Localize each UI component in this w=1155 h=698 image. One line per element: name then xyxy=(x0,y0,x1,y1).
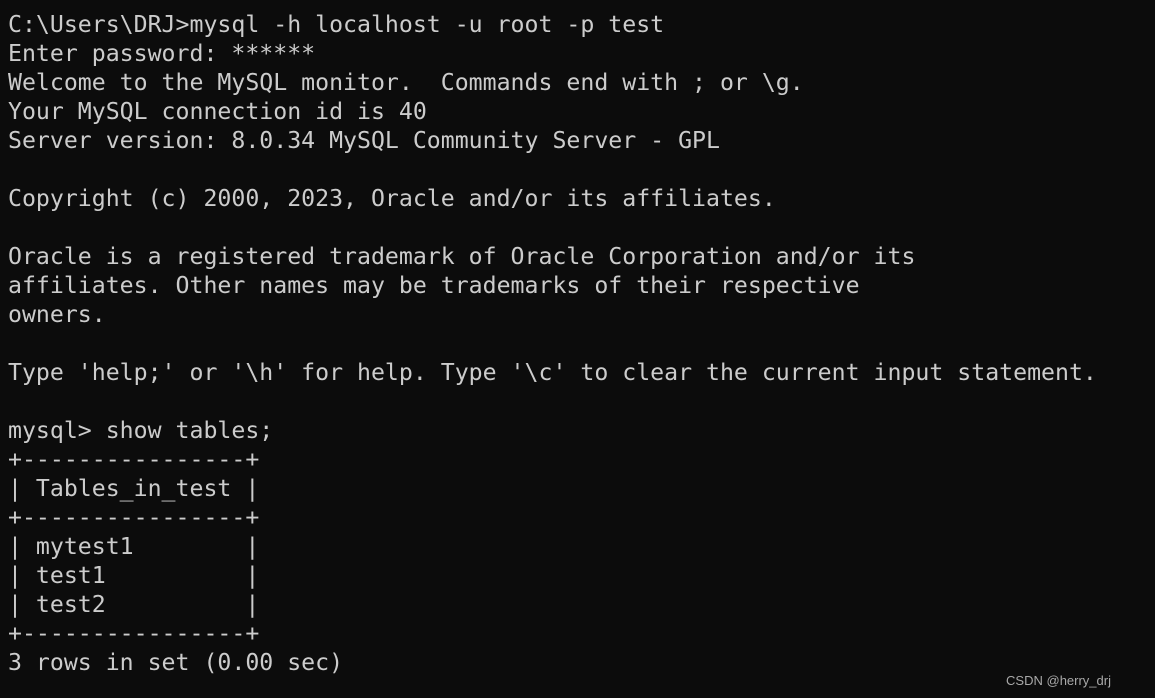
watermark: CSDN @herry_drj xyxy=(1006,673,1111,688)
terminal-line: | Tables_in_test | xyxy=(8,475,260,502)
terminal-line: Welcome to the MySQL monitor. Commands e… xyxy=(8,69,804,96)
terminal-line: Copyright (c) 2000, 2023, Oracle and/or … xyxy=(8,185,776,212)
terminal-line: | test1 | xyxy=(8,562,260,589)
terminal-output[interactable]: C:\Users\DRJ>mysql -h localhost -u root … xyxy=(8,10,1097,677)
terminal-line: affiliates. Other names may be trademark… xyxy=(8,272,860,299)
terminal-line: | mytest1 | xyxy=(8,533,260,560)
terminal-line: +----------------+ xyxy=(8,620,260,647)
terminal-line: Oracle is a registered trademark of Orac… xyxy=(8,243,916,270)
terminal-line: Enter password: ****** xyxy=(8,40,316,67)
terminal-line: owners. xyxy=(8,301,106,328)
terminal-line: 3 rows in set (0.00 sec) xyxy=(8,649,344,676)
terminal-line: +----------------+ xyxy=(8,504,260,531)
terminal-line: Server version: 8.0.34 MySQL Community S… xyxy=(8,127,720,154)
terminal-line: Your MySQL connection id is 40 xyxy=(8,98,427,125)
terminal-line: | test2 | xyxy=(8,591,260,618)
terminal-line: +----------------+ xyxy=(8,446,260,473)
terminal-line: mysql> show tables; xyxy=(8,417,274,444)
terminal-line: Type 'help;' or '\h' for help. Type '\c'… xyxy=(8,359,1097,386)
terminal-line: C:\Users\DRJ>mysql -h localhost -u root … xyxy=(8,11,665,38)
